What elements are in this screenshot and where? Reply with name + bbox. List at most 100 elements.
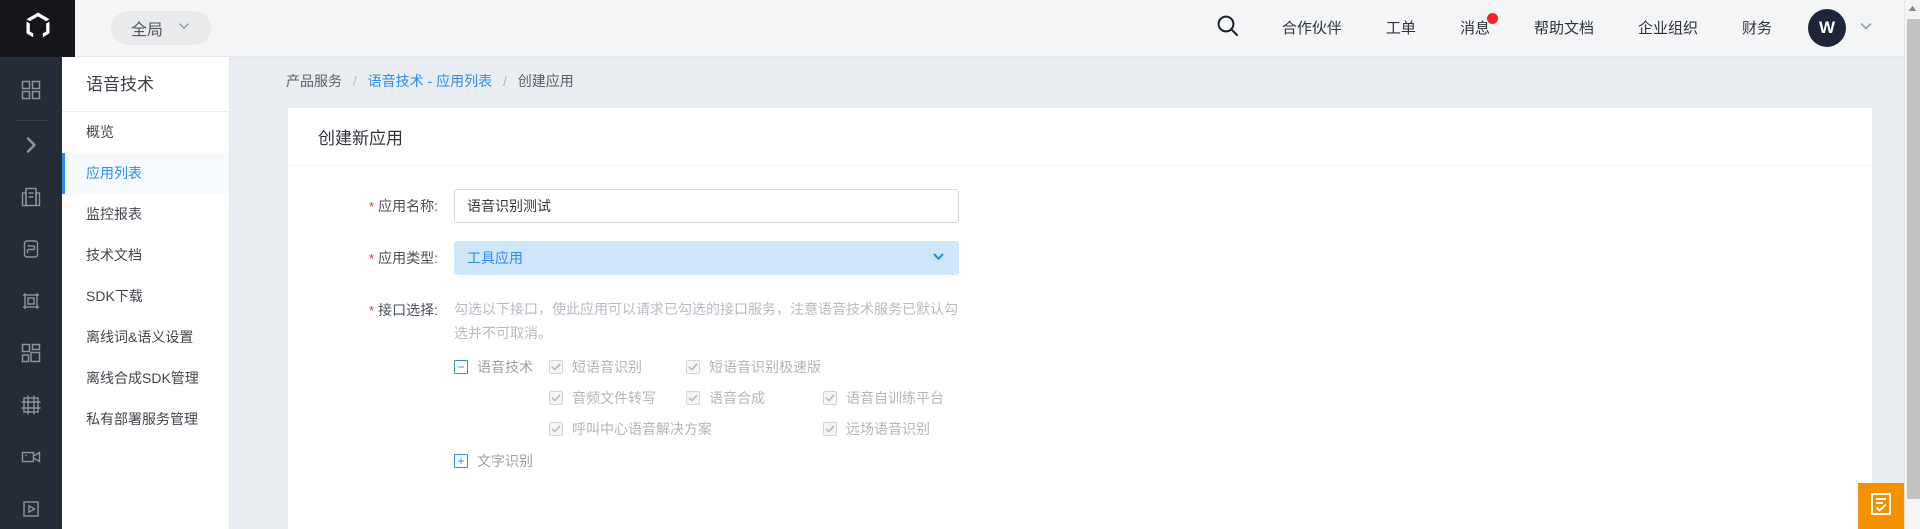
checkbox-label: 短语音识别极速版: [709, 359, 821, 375]
breadcrumb: 产品服务 / 语音技术 - 应用列表 / 创建应用: [230, 57, 1920, 91]
rail-icon-enterprise[interactable]: [0, 181, 62, 217]
chevron-down-icon[interactable]: [1858, 18, 1874, 39]
sidebar-item-label: 概览: [86, 124, 114, 140]
label-text: 接口选择:: [378, 302, 438, 318]
sidebar-item-monitor-report[interactable]: 监控报表: [62, 194, 229, 235]
logo[interactable]: [0, 0, 75, 57]
nav-label: 消息: [1459, 19, 1490, 37]
app-type-selected-value: 工具应用: [467, 250, 523, 266]
triangle-up-icon[interactable]: [1905, 0, 1920, 17]
minus-square-icon[interactable]: −: [454, 360, 468, 374]
checkbox-short-asr-turbo[interactable]: 短语音识别极速版: [686, 354, 866, 380]
tree-group-label: 文字识别: [477, 453, 533, 469]
avatar[interactable]: W: [1808, 9, 1846, 47]
checkbox-audio-file-transcription[interactable]: 音频文件转写: [549, 385, 686, 411]
breadcrumb-separator: /: [503, 73, 507, 89]
chevron-down-icon: [177, 19, 191, 38]
nav-label: 企业组织: [1637, 19, 1698, 37]
checkbox-self-training-platform[interactable]: 语音自训练平台: [823, 385, 983, 411]
check-icon: [686, 360, 700, 374]
rail-icon-database[interactable]: [0, 233, 62, 269]
app-root: 全局 合作伙伴 工单 消息 帮助文档 企业组织 财务 W 语音技术 概览 应用列…: [0, 0, 1920, 529]
nav-tickets[interactable]: 工单: [1364, 0, 1438, 57]
sidebar-item-overview[interactable]: 概览: [62, 112, 229, 153]
app-name-input[interactable]: [454, 189, 959, 223]
tree-group-ocr: + 文字识别: [454, 451, 1872, 471]
checkbox-short-asr[interactable]: 短语音识别: [549, 354, 686, 380]
rail-icon-dashboard[interactable]: [0, 75, 62, 111]
environment-label: 全局: [131, 22, 164, 39]
nav-label: 财务: [1741, 19, 1772, 37]
search-icon: [1215, 13, 1240, 43]
app-type-field-wrap: 工具应用: [454, 241, 1872, 276]
breadcrumb-root[interactable]: 产品服务: [286, 73, 342, 89]
rail-icon-expand[interactable]: [0, 129, 62, 165]
sidebar-item-label: 应用列表: [86, 165, 142, 181]
sidebar-item-label: SDK下载: [86, 288, 143, 304]
breadcrumb-current: 创建应用: [517, 73, 574, 89]
check-icon: [823, 391, 837, 405]
avatar-initial: W: [1818, 18, 1836, 37]
sidebar-item-sdk-download[interactable]: SDK下载: [62, 276, 229, 317]
nav-finance[interactable]: 财务: [1720, 0, 1794, 57]
sidebar-item-tech-docs[interactable]: 技术文档: [62, 235, 229, 276]
breadcrumb-link-app-list[interactable]: 语音技术 - 应用列表: [368, 73, 492, 89]
page-scrollbar[interactable]: [1904, 0, 1920, 529]
sidebar-item-private-deploy[interactable]: 私有部署服务管理: [62, 399, 229, 440]
icon-rail: [0, 57, 62, 529]
sidebar-item-offline-semantics[interactable]: 离线词&语义设置: [62, 317, 229, 358]
checkbox-label: 远场语音识别: [846, 421, 930, 437]
checkbox-label: 语音合成: [709, 390, 765, 406]
cube-logo-icon: [23, 10, 53, 47]
check-icon: [823, 422, 837, 436]
database-icon: [20, 238, 42, 265]
form-row-app-name: * 应用名称:: [288, 189, 1872, 224]
nav-label: 合作伙伴: [1281, 19, 1342, 37]
search-button[interactable]: [1195, 13, 1260, 43]
checkbox-label: 语音自训练平台: [846, 390, 944, 406]
top-nav: 合作伙伴 工单 消息 帮助文档 企业组织 财务 W: [1195, 0, 1920, 57]
sidebar-item-label: 技术文档: [86, 247, 142, 263]
sidebar-title: 语音技术: [62, 57, 229, 112]
nav-messages[interactable]: 消息: [1438, 0, 1512, 57]
sidebar-item-label: 私有部署服务管理: [86, 411, 198, 427]
form-row-interface-select: * 接口选择: 勾选以下接口，使此应用可以请求已勾选的接口服务，注意语音技术服务已…: [288, 293, 1872, 471]
tree-group-voice: − 语音技术 短语音识别 短语音识别极速版 音频文件转写 语音合成 语音自训练平…: [454, 354, 1872, 442]
rail-icon-media[interactable]: [0, 493, 62, 529]
app-name-label: * 应用名称:: [288, 189, 454, 224]
label-text: 应用类型:: [378, 250, 438, 266]
check-icon: [686, 391, 700, 405]
rail-icon-apps[interactable]: [0, 337, 62, 373]
nav-label: 帮助文档: [1533, 19, 1594, 37]
nav-partners[interactable]: 合作伙伴: [1260, 0, 1364, 57]
nav-enterprise-org[interactable]: 企业组织: [1616, 0, 1720, 57]
feedback-survey-button[interactable]: [1858, 483, 1904, 529]
app-type-select[interactable]: 工具应用: [454, 241, 959, 275]
rail-icon-video[interactable]: [0, 441, 62, 477]
breadcrumb-separator: /: [352, 73, 357, 89]
check-icon: [549, 360, 563, 374]
interface-select-label: * 接口选择:: [288, 293, 454, 471]
checkbox-tts[interactable]: 语音合成: [686, 385, 823, 411]
interface-tree: − 语音技术 短语音识别 短语音识别极速版 音频文件转写 语音合成 语音自训练平…: [454, 345, 1872, 471]
interface-select-hint: 勾选以下接口，使此应用可以请求已勾选的接口服务，注意语音技术服务已默认勾选并不可…: [454, 301, 958, 341]
nav-help-docs[interactable]: 帮助文档: [1512, 0, 1616, 57]
ai-chip-icon: [20, 290, 42, 317]
grid-icon: [20, 79, 42, 106]
check-icon: [549, 391, 563, 405]
rail-icon-network[interactable]: [0, 389, 62, 425]
sidebar-item-offline-tts-sdk[interactable]: 离线合成SDK管理: [62, 358, 229, 399]
create-app-card: 创建新应用 *应用名称: *应用类型:: [288, 108, 1872, 529]
checkbox-line: 呼叫中心语音解决方案 远场语音识别: [549, 416, 983, 442]
sidebar-item-app-list[interactable]: 应用列表: [62, 153, 229, 194]
rail-icon-ai[interactable]: [0, 285, 62, 321]
plus-square-icon[interactable]: +: [454, 454, 468, 468]
label-text: 应用名称:: [378, 198, 438, 214]
environment-switcher[interactable]: 全局: [111, 11, 212, 45]
survey-checklist-icon: [1868, 491, 1894, 522]
scrollbar-thumb[interactable]: [1907, 19, 1920, 499]
checkbox-call-center-solution[interactable]: 呼叫中心语音解决方案: [549, 416, 823, 442]
checkbox-far-field-asr[interactable]: 远场语音识别: [823, 416, 983, 442]
app-type-label: * 应用类型:: [288, 241, 454, 276]
apps-icon: [20, 342, 42, 369]
